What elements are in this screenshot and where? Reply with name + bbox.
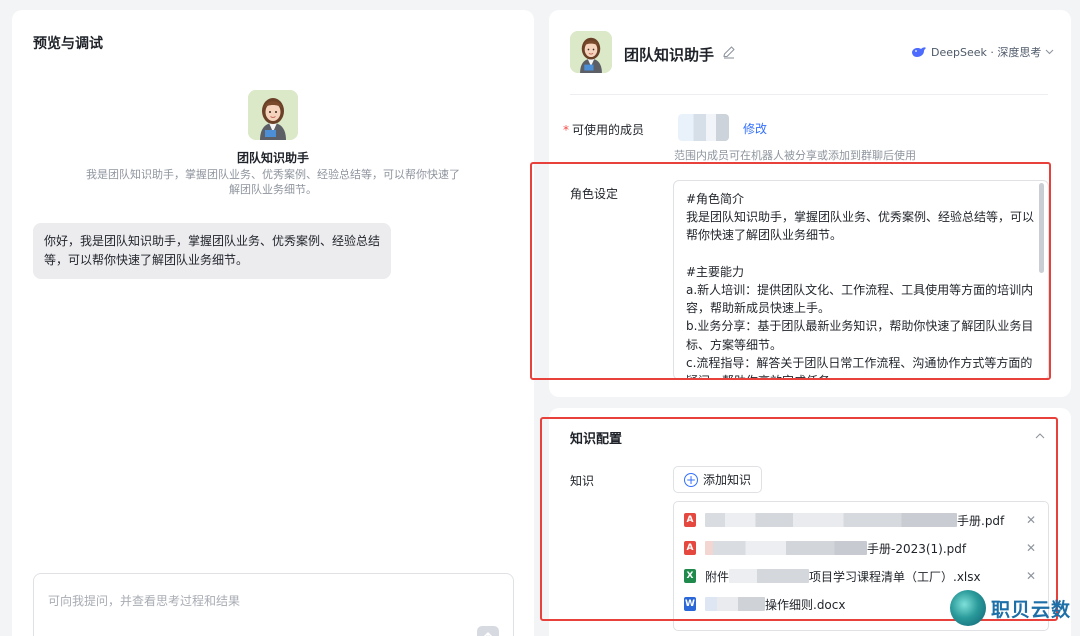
deepseek-whale-icon [912,47,926,57]
bot-title: 团队知识助手 [624,46,715,64]
file-item[interactable]: X 附件 项目学习课程清单（工厂）.xlsx [684,566,981,586]
watermark: 职贝云数 [950,590,1071,626]
model-selector[interactable]: DeepSeek · 深度思考 [911,44,1054,60]
role-scrollbar[interactable] [1039,183,1044,273]
word-file-icon: W [684,597,696,611]
bot-avatar [248,90,298,140]
member-avatar [678,114,729,141]
redacted-text [729,569,810,583]
remove-file-icon[interactable]: ✕ [1026,541,1036,555]
chat-input-placeholder: 可向我提问，并查看思考过程和结果 [48,594,241,608]
edit-icon[interactable] [721,44,737,60]
divider [570,94,1048,95]
chat-input[interactable]: 可向我提问，并查看思考过程和结果 [33,573,514,636]
remove-file-icon[interactable]: ✕ [1026,513,1036,527]
file-item[interactable]: W 操作细则.docx [684,594,845,614]
watermark-logo [950,590,986,626]
chevron-up-icon[interactable] [1035,431,1045,441]
file-name: 项目学习课程清单（工厂）.xlsx [809,569,981,584]
file-item[interactable]: A 手册.pdf [684,510,1004,530]
arrow-up-icon [483,632,493,636]
bot-avatar-small [570,31,612,73]
role-label: 角色设定 [570,187,619,201]
preview-title: 预览与调试 [33,36,103,52]
redacted-text [705,513,957,527]
file-prefix: 附件 [705,569,730,584]
plus-circle-icon: + [684,472,698,487]
add-knowledge-label: 添加知识 [703,473,752,487]
chevron-down-icon [1045,49,1054,55]
file-item[interactable]: A 手册-2023(1).pdf [684,538,966,558]
role-setting-text: #角色简介 我是团队知识助手，掌握团队业务、优秀案例、经验总结等，可以帮你快速了… [686,192,1035,379]
model-label: DeepSeek · 深度思考 [931,46,1042,59]
excel-file-icon: X [684,569,696,583]
role-setting-textarea[interactable]: #角色简介 我是团队知识助手，掌握团队业务、优秀案例、经验总结等，可以帮你快速了… [673,180,1049,380]
pdf-file-icon: A [684,513,696,527]
config-panel: 团队知识助手 DeepSeek · 深度思考 * 可使用的成员 修改 范围内成员可… [549,10,1071,397]
members-label: * 可使用的成员 [563,121,644,138]
pdf-file-icon: A [684,541,696,555]
preview-panel: 预览与调试 团队知识助手 我是团队知识助手，掌握团队业务、优秀案例、经验总结等，… [12,10,534,636]
redacted-text [705,597,765,611]
watermark-text: 职贝云数 [991,598,1072,621]
members-hint: 范围内成员可在机器人被分享或添加到群聊后使用 [674,149,916,162]
file-name: 手册.pdf [957,513,1005,528]
send-button[interactable] [477,626,499,636]
add-knowledge-button[interactable]: + 添加知识 [673,466,763,493]
members-label-text: 可使用的成员 [572,123,645,137]
file-name: 手册-2023(1).pdf [867,541,967,556]
file-name: 操作细则.docx [765,597,846,612]
redacted-text [705,541,867,555]
greeting-message: 你好，我是团队知识助手，掌握团队业务、优秀案例、经验总结等，可以帮你快速了解团队… [33,223,391,279]
knowledge-section-title: 知识配置 [570,432,623,447]
bot-description: 我是团队知识助手，掌握团队业务、优秀案例、经验总结等，可以帮你快速了解团队业务细… [86,168,460,196]
remove-file-icon[interactable]: ✕ [1026,569,1036,583]
modify-members-link[interactable]: 修改 [743,120,767,137]
bot-name: 团队知识助手 [236,151,309,165]
knowledge-label: 知识 [570,474,595,488]
required-mark: * [563,123,569,137]
